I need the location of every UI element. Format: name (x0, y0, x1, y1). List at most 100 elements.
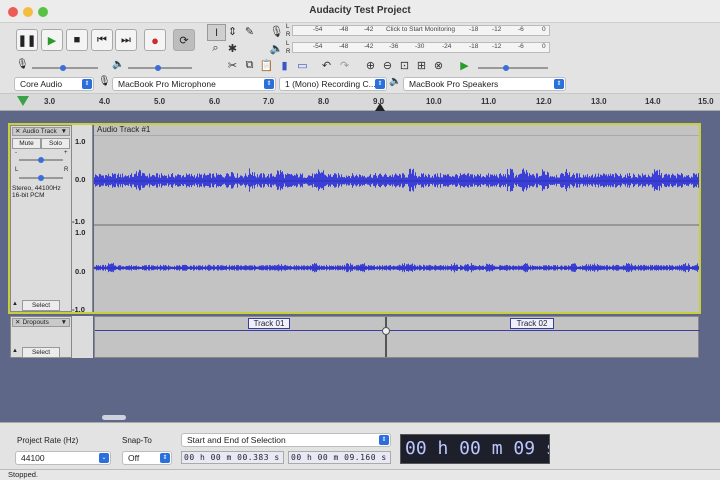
label-track-02[interactable]: Track 02 (510, 318, 554, 329)
record-meter-tick: -42 (364, 26, 374, 33)
label-track-header[interactable]: ✕ Dropouts ▼ (12, 318, 70, 327)
ruler-tick: 10.0 (426, 97, 442, 106)
pause-button[interactable]: ❚❚ (16, 29, 38, 51)
fit-selection-icon: ⊡ (399, 60, 410, 72)
label-track-spacer (72, 316, 93, 358)
chevron-down-icon: ⇕ (379, 435, 389, 445)
selection-mode-select[interactable]: Start and End of Selection ⇕ (181, 433, 391, 447)
skip-to-start-button[interactable]: ⏮ (91, 29, 113, 51)
envelope-tool[interactable]: ⇕ (224, 24, 241, 39)
zoom-tool[interactable]: ⌕ (207, 41, 224, 56)
play-meter-tick: -54 (313, 43, 323, 50)
chevron-down-icon: ⇕ (375, 79, 385, 89)
play-at-speed-button[interactable]: ▶ (456, 58, 473, 73)
record-meter-button[interactable]: 🎙 (268, 24, 285, 39)
record-meter[interactable]: -54 -48 -42 Click to Start Monitoring -1… (292, 25, 550, 36)
audio-host-select[interactable]: Core Audio ⇕ (14, 77, 94, 91)
play-meter-channel-r: R (286, 49, 291, 55)
amp-label: -1.0 (72, 217, 85, 226)
play-meter[interactable]: -54 -48 -42 -36 -30 -24 -18 -12 -6 0 (292, 42, 550, 53)
select-track-button[interactable]: Select (22, 347, 60, 358)
pan-knob[interactable] (38, 175, 44, 181)
timeline-ruler[interactable]: 3.0 4.0 5.0 6.0 7.0 8.0 9.0 10.0 11.0 12… (0, 93, 720, 111)
project-rate-value: 44100 (21, 453, 45, 463)
record-meter-tick: -48 (339, 26, 349, 33)
play-speed-slider[interactable] (478, 67, 548, 69)
snap-to-select[interactable]: Off ⇕ (122, 451, 172, 465)
fit-selection-button[interactable]: ⊡ (396, 58, 413, 73)
collapse-track-icon[interactable]: ▲ (12, 301, 18, 307)
click-to-start-monitoring[interactable]: Click to Start Monitoring (386, 26, 455, 33)
fit-project-button[interactable]: ⊞ (413, 58, 430, 73)
selection-mode-value: Start and End of Selection (187, 435, 286, 445)
horizontal-scrollbar[interactable] (0, 412, 720, 422)
track-menu-icon[interactable]: ▼ (61, 319, 67, 327)
draw-tool[interactable]: ✎ (241, 24, 258, 39)
playhead-marker[interactable] (375, 103, 385, 111)
loop-button[interactable]: ⟳ (173, 29, 195, 51)
pan-right-label: R (64, 167, 69, 173)
zoom-in-icon: ⊕ (365, 60, 376, 72)
playback-device-select[interactable]: MacBook Pro Speakers ⇕ (403, 77, 566, 91)
audio-position-display[interactable]: 00 h 00 m 09 s (400, 434, 550, 464)
waveform-area[interactable] (94, 136, 699, 312)
zoom-out-button[interactable]: ⊖ (379, 58, 396, 73)
play-meter-tick: -18 (469, 43, 479, 50)
selection-toolbar: Project Rate (Hz) 44100 ⌄ Snap-To Off ⇕ St… (0, 422, 720, 469)
label-track-01[interactable]: Track 01 (248, 318, 290, 329)
label-boundary[interactable] (385, 317, 387, 357)
select-track-button[interactable]: Select (22, 300, 60, 311)
audio-track-controls: ✕ Audio Track ▼ Mute Solo - + L R Stereo,… (10, 125, 72, 312)
waveform-channel (94, 168, 699, 192)
track-menu-icon[interactable]: ▼ (61, 128, 67, 136)
play-meter-button[interactable]: 🔈 (268, 41, 285, 56)
zoom-in-button[interactable]: ⊕ (362, 58, 379, 73)
pin-playhead-icon[interactable] (17, 96, 29, 106)
play-meter-tick: 0 (542, 43, 546, 50)
label-track-area[interactable]: Track 01 Track 02 (94, 316, 700, 358)
gain-knob[interactable] (38, 157, 44, 163)
mute-button[interactable]: Mute (12, 138, 41, 149)
play-meter-tick: -24 (442, 43, 452, 50)
record-meter-channel-l: L (286, 24, 290, 30)
clip-title-bar[interactable]: Audio Track #1 (94, 125, 699, 136)
playback-volume-knob[interactable] (155, 65, 161, 71)
play-button[interactable]: ▶ (41, 29, 63, 51)
multi-tool[interactable]: ✱ (224, 41, 241, 56)
scrollbar-thumb[interactable] (102, 415, 126, 420)
recording-volume-knob[interactable] (60, 65, 66, 71)
zoom-toggle-button[interactable]: ⊗ (430, 58, 447, 73)
project-rate-select[interactable]: 44100 ⌄ (15, 451, 111, 465)
solo-button[interactable]: Solo (41, 138, 70, 149)
recording-channels-value: 1 (Mono) Recording C... (285, 79, 376, 89)
cut-button[interactable]: ✂ (224, 58, 241, 73)
window-title: Audacity Test Project (309, 5, 411, 16)
record-meter-tick: -18 (469, 26, 479, 33)
collapse-track-icon[interactable]: ▲ (12, 348, 18, 354)
label-boundary-handle[interactable] (382, 327, 390, 335)
paste-button[interactable]: 📋 (258, 58, 275, 73)
recording-channels-select[interactable]: 1 (Mono) Recording C... ⇕ (279, 77, 387, 91)
recording-device-select[interactable]: MacBook Pro Microphone ⇕ (112, 77, 276, 91)
silence-button[interactable]: ▭ (294, 58, 311, 73)
play-meter-tick: -12 (492, 43, 502, 50)
stop-button[interactable]: ■ (66, 29, 88, 51)
gain-minus-label: - (15, 150, 17, 156)
play-speed-knob[interactable] (503, 65, 509, 71)
trim-button[interactable]: ▮ (276, 58, 293, 73)
speaker-icon: 🔈 (389, 76, 402, 87)
skip-to-end-button[interactable]: ⏭ (115, 29, 137, 51)
audio-track-header[interactable]: ✕ Audio Track ▼ (12, 127, 70, 136)
undo-button[interactable]: ↶ (318, 58, 335, 73)
track-format-line: Stereo, 44100Hz (12, 185, 61, 192)
copy-button[interactable]: ⧉ (241, 58, 258, 73)
redo-button[interactable]: ↷ (336, 58, 353, 73)
zoom-out-icon: ⊖ (382, 60, 393, 72)
selection-end-time[interactable]: 00 h 00 m 09.160 s (288, 451, 391, 464)
amplitude-scale[interactable]: 1.0 0.0 -1.0 1.0 0.0 -1.0 (72, 125, 93, 314)
record-button[interactable]: ● (144, 29, 166, 51)
record-meter-tick: 0 (542, 26, 546, 33)
amp-label: 1.0 (75, 228, 86, 237)
title-bar: Audacity Test Project (0, 0, 720, 23)
selection-start-time[interactable]: 00 h 00 m 00.383 s (181, 451, 284, 464)
